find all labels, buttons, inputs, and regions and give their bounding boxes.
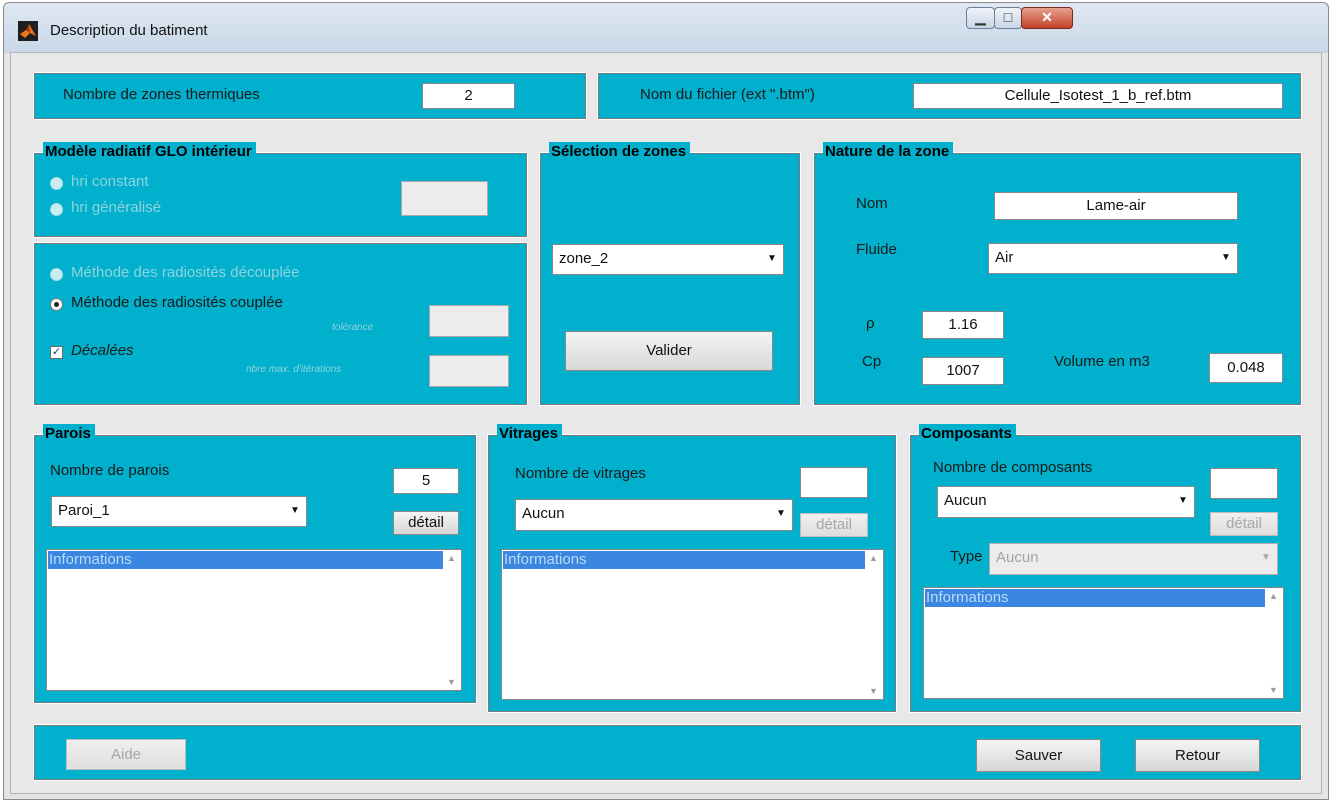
- decoupled-method-label: Méthode des radiosités découplée: [71, 264, 300, 281]
- radiosity-method-panel: Méthode des radiosités découplée Méthode…: [33, 242, 528, 406]
- glazing-title: Vitrages: [497, 424, 562, 444]
- fluid-select[interactable]: Air ▼: [988, 243, 1238, 274]
- radiative-model-panel: Modèle radiatif GLO intérieur hri consta…: [33, 142, 528, 238]
- glazing-scrollbar[interactable]: ▲ ▼: [865, 551, 882, 698]
- components-scrollbar[interactable]: ▲ ▼: [1265, 589, 1282, 697]
- components-count-field[interactable]: [1210, 468, 1278, 499]
- scroll-down-icon[interactable]: ▼: [1265, 685, 1282, 695]
- volume-field[interactable]: 0.048: [1209, 353, 1283, 383]
- tolerance-label: tolérance: [332, 322, 374, 333]
- glazing-info-list[interactable]: Informations ▲ ▼: [501, 549, 884, 700]
- glazing-info-item[interactable]: Informations: [503, 551, 867, 569]
- glazing-select[interactable]: Aucun ▼: [515, 499, 793, 531]
- validate-button[interactable]: Valider: [565, 331, 773, 371]
- chevron-down-icon: ▼: [1178, 495, 1188, 506]
- walls-count-label: Nombre de parois: [50, 462, 170, 479]
- scroll-up-icon[interactable]: ▲: [865, 553, 882, 563]
- components-title: Composants: [919, 424, 1016, 444]
- decalees-checkbox[interactable]: ✓: [50, 346, 63, 359]
- walls-select-value: Paroi_1: [58, 502, 110, 519]
- window-title: Description du batiment: [50, 22, 208, 39]
- components-count-label: Nombre de composants: [933, 459, 1093, 476]
- components-select[interactable]: Aucun ▼: [937, 486, 1195, 518]
- decoupled-method-radio[interactable]: [50, 268, 63, 281]
- hri-generalise-radio[interactable]: [50, 203, 63, 216]
- rho-label: ρ: [866, 315, 875, 332]
- chevron-down-icon: ▼: [1261, 552, 1271, 563]
- glazing-panel: Vitrages Nombre de vitrages Aucun ▼ déta…: [487, 424, 897, 713]
- chevron-down-icon: ▼: [776, 508, 786, 519]
- scroll-up-icon[interactable]: ▲: [443, 553, 460, 563]
- zone-select-value: zone_2: [559, 250, 609, 267]
- zones-count-label: Nombre de zones thermiques: [63, 86, 260, 103]
- max-iterations-field[interactable]: [429, 355, 509, 387]
- matlab-icon: [18, 21, 38, 41]
- zone-selection-title: Sélection de zones: [549, 142, 691, 162]
- dialog-body: Nombre de zones thermiques 2 Nom du fich…: [10, 52, 1322, 794]
- hri-constant-radio[interactable]: [50, 177, 63, 190]
- component-type-value: Aucun: [996, 549, 1039, 566]
- components-detail-button[interactable]: détail: [1210, 512, 1278, 536]
- zone-name-label: Nom: [856, 195, 888, 212]
- components-info-list[interactable]: Informations ▲ ▼: [923, 587, 1284, 699]
- components-select-value: Aucun: [944, 492, 987, 509]
- components-panel: Composants Nombre de composants Aucun ▼ …: [909, 424, 1302, 713]
- scroll-down-icon[interactable]: ▼: [443, 677, 460, 687]
- zone-name-field[interactable]: Lame-air: [994, 192, 1238, 220]
- components-info-item[interactable]: Informations: [925, 589, 1267, 607]
- fluid-select-value: Air: [995, 249, 1014, 266]
- walls-panel: Parois Nombre de parois 5 Paroi_1 ▼ déta…: [33, 424, 477, 704]
- chevron-down-icon: ▼: [767, 253, 777, 264]
- scroll-down-icon[interactable]: ▼: [865, 686, 882, 696]
- fluid-label: Fluide: [856, 241, 897, 258]
- zone-select[interactable]: zone_2 ▼: [552, 244, 784, 275]
- radiative-model-title: Modèle radiatif GLO intérieur: [43, 142, 256, 162]
- coupled-method-radio[interactable]: [50, 298, 63, 311]
- hri-constant-label: hri constant: [71, 173, 149, 190]
- walls-detail-button[interactable]: détail: [393, 511, 459, 535]
- walls-scrollbar[interactable]: ▲ ▼: [443, 551, 460, 689]
- glazing-count-label: Nombre de vitrages: [515, 465, 646, 482]
- component-type-label: Type: [950, 548, 983, 565]
- zones-count-field[interactable]: 2: [422, 83, 515, 109]
- title-bar: Description du batiment ▁ □ ✕: [4, 3, 1328, 53]
- help-button[interactable]: Aide: [66, 739, 186, 770]
- scroll-up-icon[interactable]: ▲: [1265, 591, 1282, 601]
- zone-nature-title: Nature de la zone: [823, 142, 954, 162]
- back-button[interactable]: Retour: [1135, 739, 1260, 772]
- minimize-icon[interactable]: ▁: [966, 7, 995, 29]
- chevron-down-icon: ▼: [290, 505, 300, 516]
- file-name-label: Nom du fichier (ext ".btm"): [640, 86, 815, 103]
- decalees-label: Décalées: [71, 342, 134, 359]
- walls-info-list[interactable]: Informations ▲ ▼: [46, 549, 462, 691]
- walls-count-field[interactable]: 5: [393, 468, 459, 494]
- close-icon[interactable]: ✕: [1021, 7, 1073, 29]
- volume-label: Volume en m3: [1054, 353, 1150, 370]
- tolerance-field[interactable]: [429, 305, 509, 337]
- max-iterations-label: nbre max. d'itérations: [246, 364, 342, 375]
- save-button[interactable]: Sauver: [976, 739, 1101, 772]
- zone-selection-panel: Sélection de zones zone_2 ▼ Valider: [539, 142, 801, 406]
- walls-info-item[interactable]: Informations: [48, 551, 445, 569]
- hri-value-field[interactable]: [401, 181, 488, 216]
- hri-generalise-label: hri généralisé: [71, 199, 162, 216]
- walls-select[interactable]: Paroi_1 ▼: [51, 496, 307, 527]
- cp-field[interactable]: 1007: [922, 357, 1004, 385]
- chevron-down-icon: ▼: [1221, 252, 1231, 263]
- footer-panel: Aide Sauver Retour: [33, 724, 1302, 781]
- glazing-select-value: Aucun: [522, 505, 565, 522]
- rho-field[interactable]: 1.16: [922, 311, 1004, 339]
- glazing-detail-button[interactable]: détail: [800, 513, 868, 537]
- zones-count-panel: Nombre de zones thermiques 2: [33, 72, 587, 120]
- component-type-select[interactable]: Aucun ▼: [989, 543, 1278, 575]
- walls-title: Parois: [43, 424, 95, 444]
- glazing-count-field[interactable]: [800, 467, 868, 498]
- maximize-icon[interactable]: □: [994, 7, 1022, 29]
- file-name-panel: Nom du fichier (ext ".btm") Cellule_Isot…: [597, 72, 1302, 120]
- zone-nature-panel: Nature de la zone Nom Lame-air Fluide Ai…: [813, 142, 1302, 406]
- coupled-method-label: Méthode des radiosités couplée: [71, 294, 283, 311]
- file-name-field[interactable]: Cellule_Isotest_1_b_ref.btm: [913, 83, 1283, 109]
- window: Description du batiment ▁ □ ✕ Nombre de …: [3, 2, 1329, 800]
- cp-label: Cp: [862, 353, 882, 370]
